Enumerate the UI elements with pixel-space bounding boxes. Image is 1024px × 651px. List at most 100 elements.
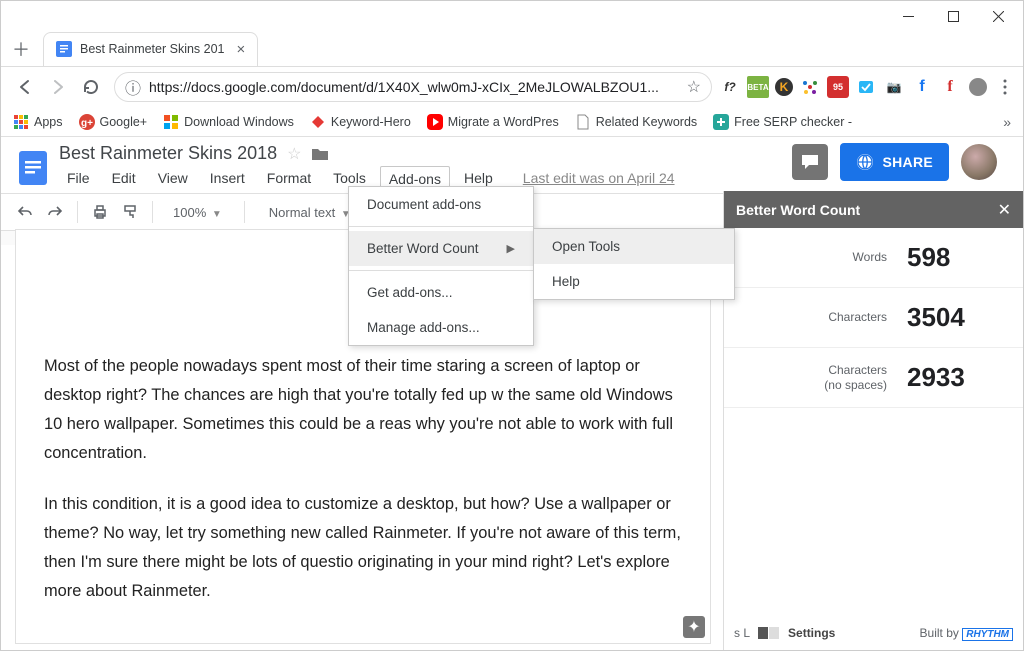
bookmark-item[interactable]: g+ Google+ [75, 112, 152, 132]
browser-tab-strip: ＋ Best Rainmeter Skins 201 × [1, 31, 1023, 67]
menu-item-better-word-count[interactable]: Better Word Count▶ [349, 231, 533, 266]
youtube-icon [427, 114, 443, 130]
bookmark-label: Google+ [100, 115, 148, 129]
extension-icon[interactable]: BETA [747, 76, 769, 98]
docs-header: Best Rainmeter Skins 2018 ☆ File Edit Vi… [1, 137, 1023, 193]
window-close-button[interactable] [976, 1, 1021, 31]
bookmark-label: Apps [34, 115, 63, 129]
sidebar-footer: s L Settings Built by RHYTHM [724, 620, 1023, 646]
settings-link[interactable]: Settings [788, 626, 835, 640]
toggle-icon[interactable] [758, 627, 780, 639]
extension-icons: f? BETA K 95 📷 f f [719, 76, 1015, 98]
bookmark-label: Related Keywords [596, 115, 697, 129]
menu-view[interactable]: View [150, 166, 196, 191]
serp-icon [713, 114, 729, 130]
paragraph: In this condition, it is a good idea to … [44, 490, 682, 606]
site-info-icon[interactable]: ⓘ [125, 75, 141, 99]
stat-value: 2933 [907, 362, 997, 393]
stat-value: 598 [907, 242, 997, 273]
extension-icon[interactable]: K [775, 78, 793, 96]
print-button[interactable] [86, 200, 114, 224]
bookmark-label: Migrate a WordPres [448, 115, 559, 129]
share-button[interactable]: SHARE [840, 143, 949, 181]
bookmark-item[interactable]: Download Windows [159, 112, 298, 132]
last-edit-link[interactable]: Last edit was on April 24 [515, 166, 683, 191]
share-label: SHARE [882, 154, 933, 170]
bookmark-label: Free SERP checker - [734, 115, 852, 129]
menu-file[interactable]: File [59, 166, 98, 191]
bookmark-label: Download Windows [184, 115, 294, 129]
extension-icon[interactable] [995, 76, 1015, 98]
tab-title: Best Rainmeter Skins 201 [80, 42, 225, 56]
menu-item-get-addons[interactable]: Get add-ons... [349, 275, 533, 310]
extension-icon[interactable] [799, 76, 821, 98]
menu-edit[interactable]: Edit [104, 166, 144, 191]
browser-tab[interactable]: Best Rainmeter Skins 201 × [43, 32, 258, 66]
apps-shortcut[interactable]: Apps [9, 112, 67, 132]
extension-icon[interactable]: f [939, 76, 961, 98]
menu-item-manage-addons[interactable]: Manage add-ons... [349, 310, 533, 345]
menu-insert[interactable]: Insert [202, 166, 253, 191]
bookmark-item[interactable]: Migrate a WordPres [423, 112, 563, 132]
account-avatar[interactable] [961, 144, 997, 180]
better-word-count-submenu: Open Tools Help [533, 228, 735, 300]
extension-icon[interactable] [855, 76, 877, 98]
menu-item-help[interactable]: Help [534, 264, 734, 299]
extension-icon[interactable]: 📷 [883, 76, 905, 98]
addon-sidebar: Better Word Count ✕ Words 598 Characters… [723, 191, 1023, 650]
bookmark-item[interactable]: Free SERP checker - [709, 112, 856, 132]
paragraph: Most of the people nowadays spent most o… [44, 352, 682, 468]
menu-item-document-addons[interactable]: Document add-ons [349, 187, 533, 222]
window-titlebar [1, 1, 1023, 31]
zoom-select[interactable]: 100% ▼ [161, 201, 236, 224]
googleplus-icon: g+ [79, 114, 95, 130]
built-by-label: Built by [920, 626, 959, 640]
bookmarks-bar: Apps g+ Google+ Download Windows Keyword-… [1, 107, 1023, 137]
reload-button[interactable] [75, 71, 107, 103]
stat-value: 3504 [907, 302, 997, 333]
explore-button[interactable]: ✦ [683, 616, 705, 638]
extension-icon[interactable]: 95 [827, 76, 849, 98]
windows-icon [163, 114, 179, 130]
chevron-down-icon: ▼ [210, 209, 224, 220]
star-document-icon[interactable]: ☆ [287, 144, 301, 164]
forward-button[interactable] [42, 71, 74, 103]
sl-indicator: s L [734, 626, 750, 640]
stat-label: Words [853, 250, 887, 264]
move-folder-icon[interactable] [311, 146, 329, 162]
menu-item-open-tools[interactable]: Open Tools [534, 229, 734, 264]
undo-button[interactable] [11, 201, 39, 223]
rhythm-link[interactable]: RHYTHM [962, 628, 1013, 641]
extension-icon[interactable] [967, 76, 989, 98]
menu-format[interactable]: Format [259, 166, 319, 191]
back-button[interactable] [9, 71, 41, 103]
sidebar-header: Better Word Count ✕ [724, 191, 1023, 228]
submenu-arrow-icon: ▶ [507, 242, 515, 255]
stat-words: Words 598 [724, 228, 1023, 288]
page-icon [575, 114, 591, 130]
new-tab-button[interactable]: ＋ [7, 35, 35, 63]
apps-icon [13, 114, 29, 130]
address-bar[interactable]: ⓘ https://docs.google.com/document/d/1X4… [114, 72, 712, 102]
bookmark-item[interactable]: Related Keywords [571, 112, 701, 132]
bookmark-item[interactable]: Keyword-Hero [306, 112, 415, 132]
paint-format-button[interactable] [116, 200, 144, 224]
window-minimize-button[interactable] [886, 1, 931, 31]
docs-logo[interactable] [15, 149, 53, 187]
comments-button[interactable] [792, 144, 828, 180]
tab-close-button[interactable]: × [237, 41, 246, 58]
bookmark-star-icon[interactable]: ☆ [687, 77, 701, 97]
bookmarks-overflow[interactable]: » [999, 112, 1015, 132]
extension-icon[interactable]: f? [719, 76, 741, 98]
stat-characters: Characters 3504 [724, 288, 1023, 348]
addons-dropdown: Document add-ons Better Word Count▶ Get … [348, 186, 534, 346]
window-maximize-button[interactable] [931, 1, 976, 31]
stat-characters-no-spaces: Characters (no spaces) 2933 [724, 348, 1023, 408]
redo-button[interactable] [41, 201, 69, 223]
sidebar-close-button[interactable]: ✕ [998, 200, 1011, 220]
extension-icon[interactable]: f [911, 76, 933, 98]
document-title[interactable]: Best Rainmeter Skins 2018 [59, 143, 277, 164]
menu-divider [349, 270, 533, 271]
stat-label: Characters [828, 310, 887, 324]
url-text: https://docs.google.com/document/d/1X40X… [149, 79, 687, 95]
